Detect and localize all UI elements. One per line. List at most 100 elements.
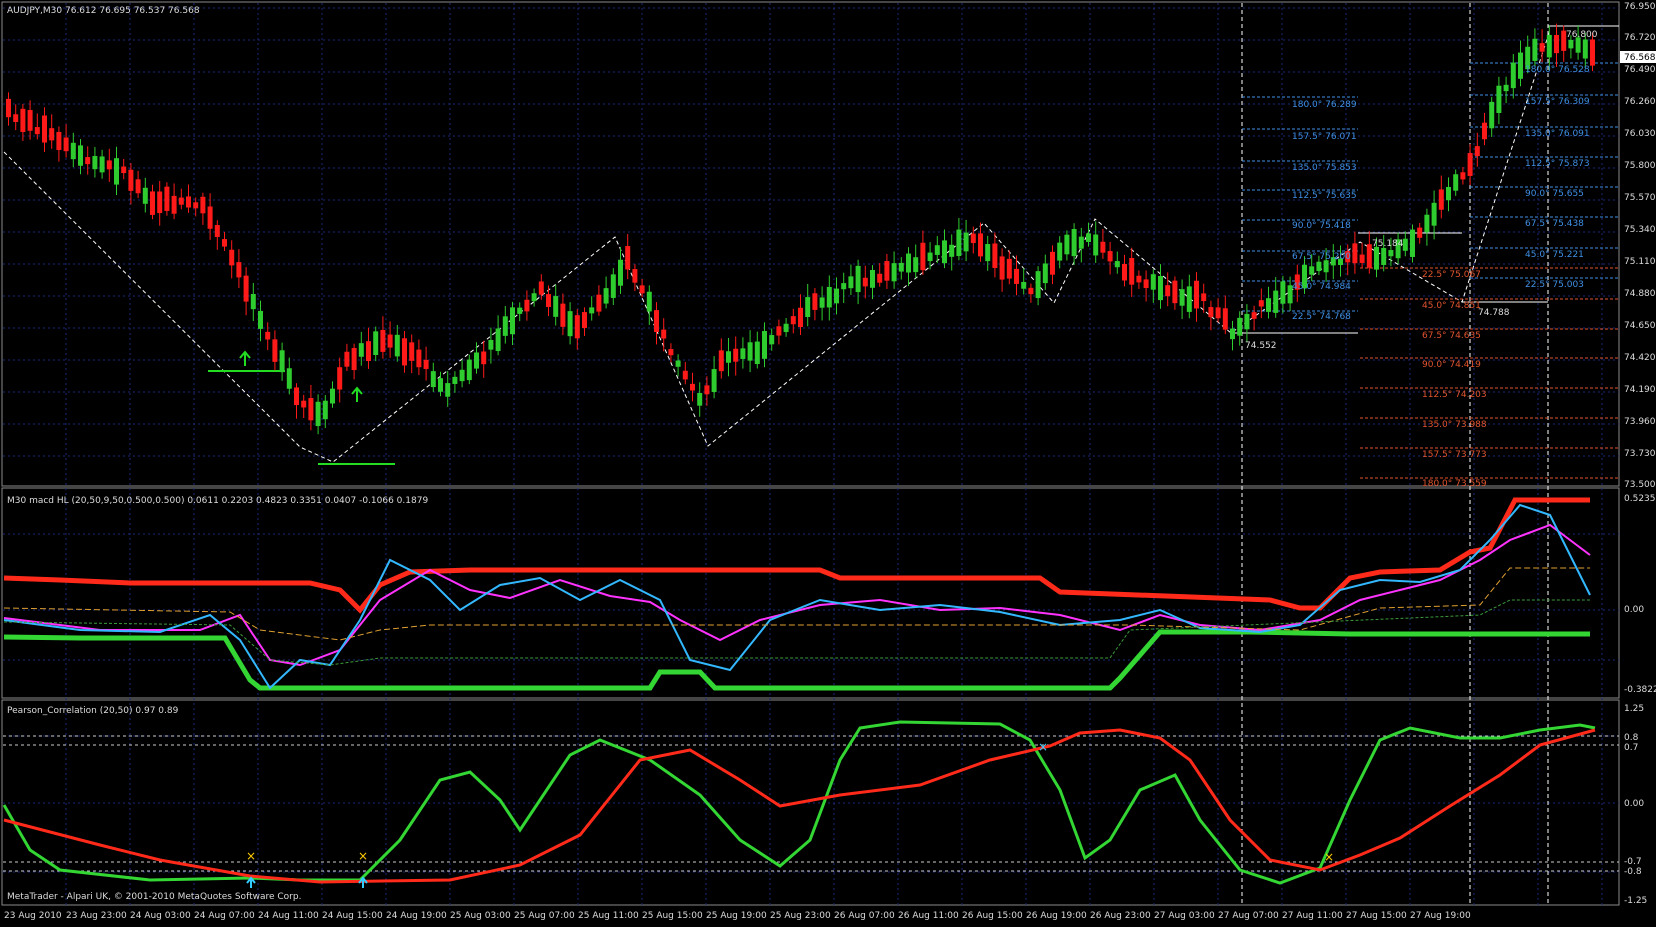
candle-body: [114, 158, 119, 185]
candle-body: [1359, 254, 1365, 263]
candle-body: [387, 334, 393, 348]
candle-body: [186, 196, 191, 208]
candle-body: [531, 293, 537, 302]
candle-body: [1532, 38, 1538, 61]
candle-body: [1438, 189, 1444, 210]
swing-high-label: 75.184: [1372, 239, 1404, 249]
price-tick: 74.190: [1624, 385, 1656, 395]
candle-body: [848, 276, 854, 289]
pearson-slow-line: [3, 728, 1596, 884]
time-tick: 27 Aug 11:00: [1282, 911, 1343, 921]
pearson-indicator-title: Pearson_Correlation (20,50) 0.97 0.89: [7, 706, 179, 716]
candle-body: [78, 145, 83, 166]
candle-body: [366, 341, 371, 362]
time-axis[interactable]: 23 Aug 2010 23 Aug 23:00 24 Aug 03:00 24…: [4, 911, 1471, 921]
candle-body: [495, 328, 501, 352]
candle-body: [1194, 280, 1199, 309]
candle-body: [675, 360, 681, 367]
candle-body: [1503, 84, 1509, 92]
time-tick: 26 Aug 07:00: [834, 911, 895, 921]
candle-body: [726, 351, 731, 363]
price-axis[interactable]: 76.950 76.720 76.490 76.260 76.030 75.80…: [1620, 2, 1656, 490]
fib-label: 112.5° 74.203: [1422, 390, 1487, 400]
candle-body: [258, 310, 263, 329]
candle-body: [1150, 274, 1156, 290]
candle-body: [294, 387, 299, 406]
macd-indicator-title: M30 macd HL (20,50,9,50,0.500,0.500) 0.0…: [7, 496, 428, 506]
macd-lines: [3, 497, 1591, 691]
candle-body: [538, 281, 544, 295]
candle-body: [409, 342, 415, 361]
copyright-text: MetaTrader - Alpari UK, © 2001-2010 Meta…: [7, 892, 301, 902]
price-tick: 73.730: [1624, 449, 1656, 459]
fib-label: 180.0° 73.559: [1422, 479, 1487, 489]
candle-body: [474, 352, 479, 369]
candle-body: [70, 142, 76, 160]
candle-body: [56, 131, 62, 150]
time-tick: 26 Aug 19:00: [1026, 911, 1087, 921]
candle-body: [524, 299, 530, 312]
candle-body: [1460, 172, 1466, 180]
fib-label: 135.0° 73.988: [1422, 420, 1487, 430]
candle-body: [992, 243, 998, 268]
metatrader-chart-window[interactable]: × × × × AUDJPY,M30 76.612 76.695 76.537 76.…: [0, 0, 1656, 923]
candle-body: [301, 400, 307, 408]
candle-body: [351, 348, 357, 371]
candle-body: [517, 307, 523, 314]
candle-body: [610, 274, 616, 298]
pearson-tick: 0.8: [1624, 733, 1639, 743]
zigzag-line: [3, 29, 1551, 463]
candle-body: [790, 316, 796, 325]
price-tick: 75.800: [1624, 161, 1656, 171]
time-tick: 27 Aug 15:00: [1346, 911, 1407, 921]
candle-body: [1064, 234, 1070, 255]
candle-body: [639, 285, 645, 294]
candle-body: [1554, 34, 1559, 54]
candle-body: [42, 115, 47, 143]
pearson-tick: -0.7: [1624, 857, 1642, 867]
pearson-axis[interactable]: 1.25 0.8 0.7 0.00 -0.7 -0.8 -1.25: [1624, 704, 1647, 906]
candle-body: [1028, 287, 1034, 295]
candle-body: [1071, 229, 1077, 257]
fib-label: 45.0° 74.984: [1292, 282, 1351, 292]
candle-body: [1388, 250, 1394, 257]
candle-body: [34, 127, 40, 135]
candle-body: [337, 367, 343, 390]
candle-body: [1179, 289, 1185, 306]
candle-body: [862, 277, 868, 287]
time-tick: 23 Aug 2010: [4, 911, 62, 921]
price-tick: 73.960: [1624, 417, 1656, 427]
candle-body: [618, 259, 623, 286]
fib-label: 180.0° 76.528: [1525, 65, 1590, 75]
candle-body: [20, 108, 26, 132]
price-tick: 76.720: [1624, 33, 1656, 43]
chart-canvas[interactable]: × × × × AUDJPY,M30 76.612 76.695 76.537 76.…: [0, 0, 1656, 923]
candle-body: [949, 244, 955, 257]
candle-body: [286, 368, 292, 389]
candle-body: [1489, 101, 1495, 129]
candle-body: [603, 288, 609, 304]
candle-body: [783, 323, 789, 333]
candle-body: [128, 169, 134, 191]
price-tick: 76.490: [1624, 65, 1656, 75]
fib-label: 45.0° 75.221: [1525, 250, 1584, 260]
main-chart-title: AUDJPY,M30 76.612 76.695 76.537 76.568: [7, 6, 200, 16]
cross-signal-icon: ×: [1324, 850, 1334, 864]
candle-body: [207, 206, 213, 229]
fib-label: 90.0° 74.419: [1422, 360, 1481, 370]
candle-body: [416, 349, 422, 368]
candle-body: [373, 331, 379, 356]
candle-body: [272, 339, 278, 362]
candle-body: [1374, 246, 1379, 270]
candle-body: [589, 307, 595, 314]
candle-body: [582, 312, 587, 329]
time-tick: 25 Aug 03:00: [450, 911, 511, 921]
candle-body: [560, 303, 566, 327]
candle-body: [697, 392, 703, 406]
candle-body: [1107, 251, 1113, 262]
price-tick: 73.500: [1624, 480, 1656, 490]
candle-body: [142, 187, 148, 204]
candle-body: [1086, 233, 1091, 242]
candle-body: [1582, 39, 1588, 59]
macd-axis[interactable]: 0.5235 0.00 -0.3822: [1624, 494, 1656, 695]
